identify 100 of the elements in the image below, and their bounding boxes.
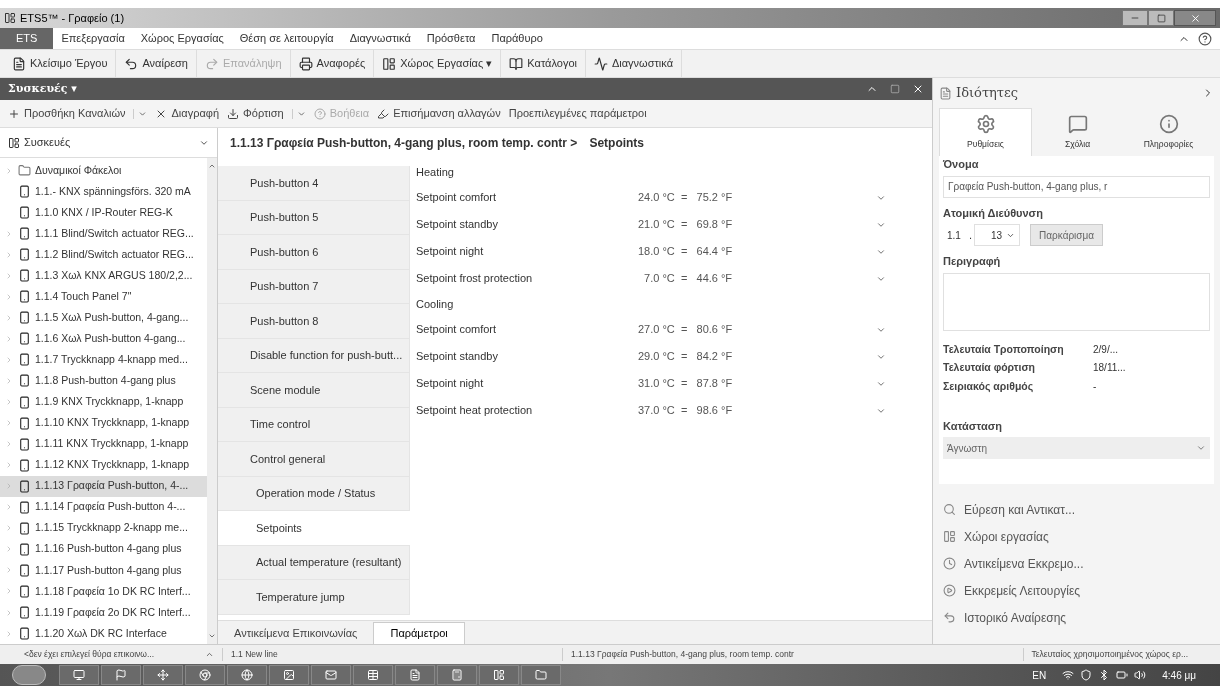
parameter-page-tab[interactable]: Scene module — [218, 373, 410, 408]
side-panel-link[interactable]: Εύρεση και Αντικατ... — [939, 496, 1214, 523]
port-menu-icon[interactable] — [205, 650, 214, 659]
tree-item[interactable]: 1.1.- KNX spänningsförs. 320 mA — [0, 181, 207, 203]
tree-item[interactable]: 1.1.2 Blind/Switch actuator REG... — [0, 244, 207, 266]
dropdown-icon[interactable] — [291, 108, 306, 119]
parameter-page-tab[interactable]: Actual temperature (resultant) — [218, 545, 410, 580]
scroll-down-icon[interactable] — [208, 632, 216, 640]
parameter-page-tab[interactable]: Push-button 7 — [218, 269, 410, 304]
expand-icon[interactable] — [5, 482, 13, 491]
tree-item[interactable]: 1.1.19 Γραφεία 2ο DK RC Interf... — [0, 602, 207, 624]
panel-toolbar-button[interactable]: Διαγραφή — [155, 105, 219, 122]
expand-icon[interactable] — [5, 566, 13, 575]
tree-item[interactable]: 1.1.7 Tryckknapp 4-knapp med... — [0, 349, 207, 371]
taskbar-button[interactable] — [395, 665, 435, 685]
properties-tab[interactable]: Σχόλια — [1032, 108, 1123, 156]
close-button[interactable] — [1174, 10, 1216, 26]
expand-icon[interactable] — [5, 629, 13, 638]
value-dropdown[interactable]: 31.0 °C = 87.8 °F — [634, 373, 890, 394]
menu-item[interactable]: Επεξεργασία — [53, 28, 133, 49]
parameter-page-tab[interactable]: Operation mode / Status — [218, 476, 410, 511]
expand-icon[interactable] — [5, 461, 13, 470]
tree-item[interactable]: 1.1.18 Γραφεία 1ο DK RC Interf... — [0, 580, 207, 602]
tree-item[interactable]: 1.1.11 KNX Tryckknapp, 1-knapp — [0, 433, 207, 455]
bottom-tab[interactable]: Αντικείμενα Επικοινωνίας — [218, 622, 374, 644]
tree-item[interactable]: 1.1.5 Χωλ Push-button, 4-gang... — [0, 307, 207, 329]
value-dropdown[interactable]: 24.0 °C = 75.2 °F — [634, 187, 890, 208]
scrollbar[interactable] — [207, 158, 217, 644]
battery-icon[interactable] — [1116, 669, 1129, 681]
expand-icon[interactable] — [5, 419, 13, 428]
description-field[interactable] — [943, 272, 1210, 331]
expand-icon[interactable] — [5, 524, 13, 533]
bottom-tab[interactable]: Παράμετροι — [373, 622, 465, 644]
wifi-icon[interactable] — [1062, 669, 1075, 681]
taskbar-button[interactable] — [311, 665, 351, 685]
help-icon[interactable] — [1198, 31, 1212, 46]
tree-item[interactable]: 1.1.6 Χωλ Push-button 4-gang... — [0, 328, 207, 350]
tree-item[interactable]: 1.1.20 Χωλ DK RC Interface — [0, 623, 207, 645]
parameter-page-tab[interactable]: Time control — [218, 407, 410, 442]
scroll-up-icon[interactable] — [208, 162, 216, 170]
side-panel-link[interactable]: Εκκρεμείς Λειτουργίες — [939, 577, 1214, 604]
parameter-page-tab[interactable]: Disable function for push-butt... — [218, 338, 410, 373]
start-button[interactable] — [12, 665, 46, 685]
menu-item[interactable]: Διαγνωστικά — [341, 28, 419, 49]
tree-item[interactable]: 1.1.9 KNX Tryckknapp, 1-knapp — [0, 391, 207, 413]
expand-icon[interactable] — [5, 608, 13, 617]
tree-item[interactable]: 1.1.4 Touch Panel 7" — [0, 286, 207, 308]
parameter-page-tab[interactable]: Push-button 4 — [218, 166, 410, 201]
expand-icon[interactable] — [5, 587, 13, 596]
toolbar-button[interactable]: Χώρος Εργασίας ▾ — [374, 50, 502, 77]
expand-icon[interactable] — [5, 377, 13, 385]
expand-icon[interactable] — [5, 271, 13, 280]
parameter-page-tab[interactable]: Temperature jump — [218, 580, 410, 615]
properties-tab[interactable]: Πληροφορίες — [1123, 108, 1214, 156]
side-panel-link[interactable]: Χώροι εργασίας — [939, 523, 1214, 550]
panel-toolbar-button[interactable]: Προσθήκη Καναλιών — [8, 105, 148, 122]
taskbar-button[interactable] — [143, 665, 183, 685]
side-panel-link[interactable]: Ιστορικό Αναίρεσης — [939, 604, 1214, 631]
taskbar-button[interactable] — [101, 665, 141, 685]
menu-item[interactable]: ETS — [0, 28, 54, 49]
panel-toolbar-button[interactable]: Προεπιλεγμένες παράμετροι — [508, 105, 647, 122]
expand-icon[interactable] — [5, 250, 13, 259]
menu-item[interactable]: Πρόσθετα — [418, 28, 484, 49]
expand-icon[interactable] — [5, 545, 13, 554]
toolbar-button[interactable]: Κατάλογοι — [501, 50, 586, 77]
expand-icon[interactable] — [5, 229, 13, 238]
menu-item[interactable]: Χώρος Εργασίας — [132, 28, 232, 49]
tree-item[interactable]: 1.1.12 KNX Tryckknapp, 1-knapp — [0, 454, 207, 476]
close-icon[interactable] — [912, 83, 924, 95]
value-dropdown[interactable]: 21.0 °C = 69.8 °F — [634, 214, 890, 235]
menu-item[interactable]: Θέση σε λειτουργία — [231, 28, 342, 49]
value-dropdown[interactable]: 29.0 °C = 84.2 °F — [634, 346, 890, 367]
toolbar-button[interactable]: Διαγνωστικά — [585, 50, 682, 77]
tree-item[interactable]: 1.1.10 KNX Tryckknapp, 1-knapp — [0, 412, 207, 434]
tree-item[interactable]: 1.1.13 Γραφεία Push-button, 4-... — [0, 475, 207, 497]
maximize-icon[interactable] — [890, 84, 900, 94]
taskbar-button[interactable] — [185, 665, 225, 685]
taskbar-button[interactable] — [521, 665, 561, 685]
toolbar-button[interactable]: Κλείσιμο Έργου — [4, 50, 117, 77]
tree-item[interactable]: 1.1.17 Push-button 4-gang plus — [0, 559, 207, 581]
tree-item[interactable]: 1.1.15 Tryckknapp 2-knapp me... — [0, 517, 207, 539]
value-dropdown[interactable]: 37.0 °C = 98.6 °F — [634, 400, 890, 421]
properties-tab[interactable]: Ρυθμίσεις — [939, 108, 1032, 156]
shield-icon[interactable] — [1080, 669, 1093, 681]
volume-icon[interactable] — [1134, 669, 1147, 681]
menu-item[interactable]: Παράθυρο — [483, 28, 551, 49]
expand-icon[interactable] — [5, 292, 13, 301]
taskbar-button[interactable] — [59, 665, 99, 685]
toolbar-button[interactable]: Αναίρεση — [116, 50, 197, 77]
taskbar-button[interactable] — [437, 665, 477, 685]
taskbar-button[interactable] — [269, 665, 309, 685]
line-address-field[interactable]: 1.1 — [943, 224, 967, 246]
parameter-page-tab[interactable]: Control general — [218, 442, 410, 477]
tree-item[interactable]: 1.1.14 Γραφεία Push-button 4-... — [0, 496, 207, 518]
tree-item[interactable]: 1.1.16 Push-button 4-gang plus — [0, 538, 207, 560]
parameter-page-tab[interactable]: Push-button 8 — [218, 304, 410, 339]
expand-icon[interactable] — [5, 503, 13, 512]
park-button[interactable]: Παρκάρισμα — [1030, 224, 1104, 246]
panel-toolbar-button[interactable]: Φόρτιση — [227, 105, 306, 122]
value-dropdown[interactable]: 27.0 °C = 80.6 °F — [634, 319, 890, 340]
